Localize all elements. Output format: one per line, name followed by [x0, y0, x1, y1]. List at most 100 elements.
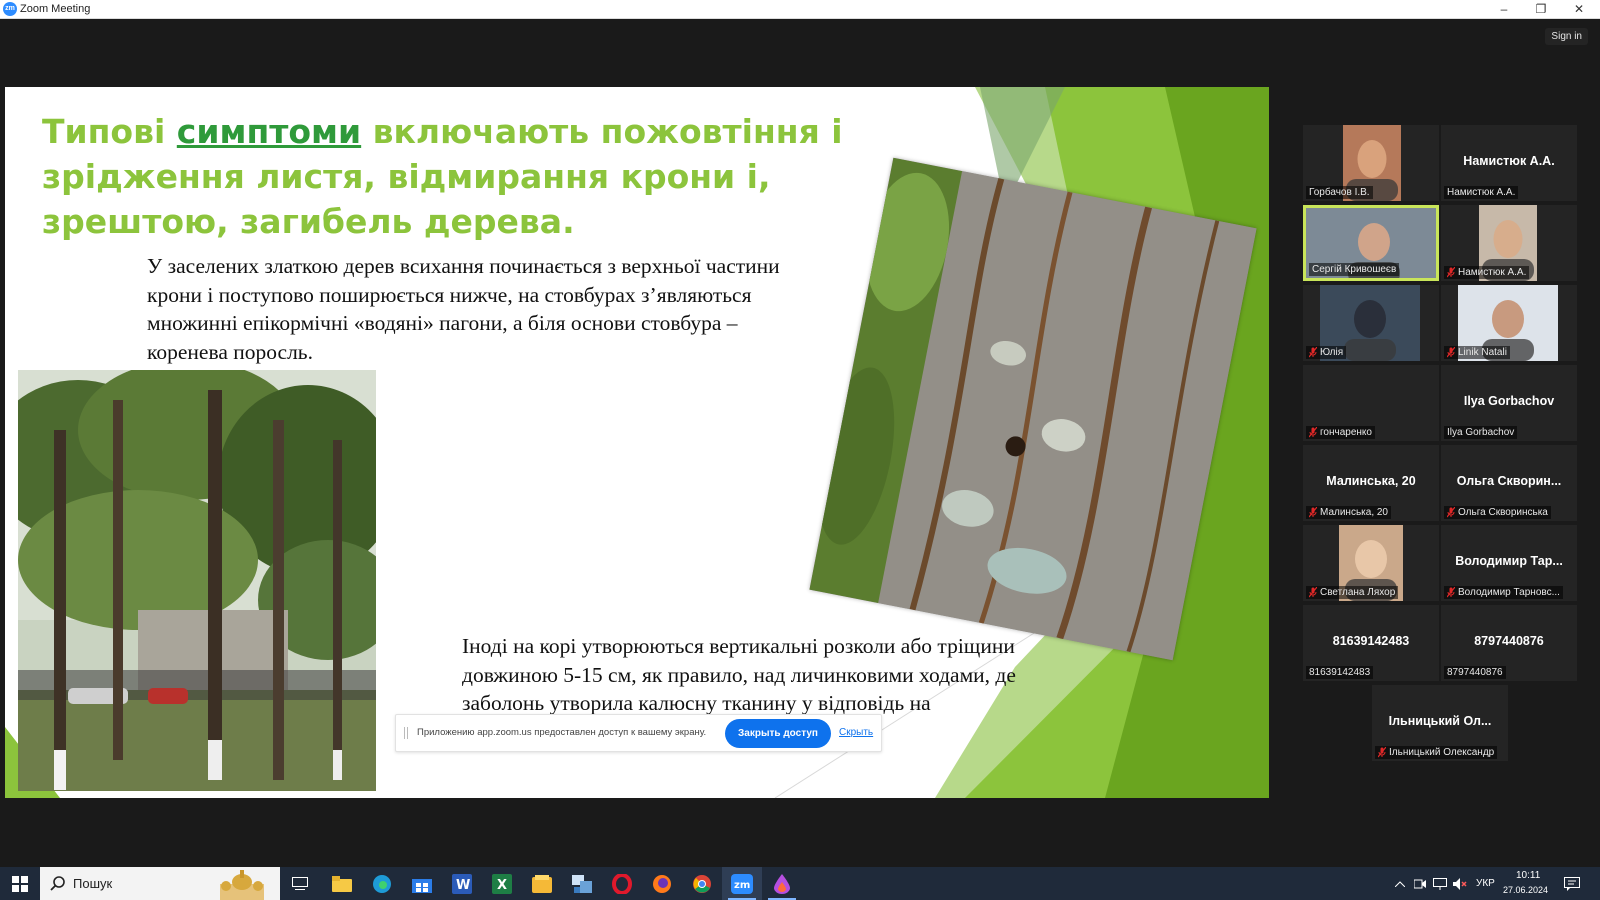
mic-muted-icon — [1309, 347, 1317, 358]
participant-name: Ільницький Олександр — [1389, 747, 1495, 758]
windows-start-icon[interactable] — [0, 867, 40, 900]
participant-name-label: Светлана Ляхор — [1306, 586, 1399, 599]
sign-in-button[interactable]: Sign in — [1545, 28, 1588, 45]
drop-app-icon[interactable] — [762, 867, 802, 900]
participant-name: Сергій Кривошеєв — [1312, 264, 1397, 275]
participant-name-label: Малинська, 20 — [1306, 506, 1391, 519]
svg-text:X: X — [497, 878, 507, 893]
participant-display-name: 8797440876 — [1474, 634, 1544, 648]
participant-name: 81639142483 — [1309, 667, 1371, 678]
meet-now-icon[interactable] — [1410, 867, 1430, 900]
participant-tile[interactable]: Ilya Gorbachov Ilya Gorbachov — [1441, 365, 1577, 441]
trees-photo — [18, 370, 376, 791]
participant-name-label: 81639142483 — [1306, 666, 1374, 679]
mic-muted-icon — [1309, 587, 1317, 598]
participant-name: Намистюк А.А. — [1447, 187, 1516, 198]
participant-tile[interactable]: 81639142483 81639142483 — [1303, 605, 1439, 681]
stop-sharing-button[interactable]: Закрыть доступ — [725, 719, 831, 748]
participant-name-label: Ільницький Олександр — [1375, 746, 1498, 759]
share-message: Приложению app.zoom.us предоставлен дост… — [417, 727, 707, 738]
participant-tile[interactable]: гончаренко — [1303, 365, 1439, 441]
slide-title-link[interactable]: симптоми — [177, 112, 361, 151]
clock-time[interactable]: 10:11 — [1516, 870, 1540, 881]
mic-muted-icon — [1378, 747, 1386, 758]
participant-display-name: Ільницький Ол... — [1388, 714, 1492, 728]
participant-name: Володимир Тарновс... — [1458, 587, 1560, 598]
participant-name: гончаренко — [1320, 427, 1372, 438]
participant-tile[interactable]: Сергій Кривошеєв — [1303, 205, 1439, 281]
store-icon[interactable] — [402, 867, 442, 900]
excel-icon[interactable]: X — [482, 867, 522, 900]
minimize-button[interactable]: – — [1486, 0, 1522, 19]
participant-display-name: Володимир Тар... — [1455, 554, 1563, 568]
participant-name: Горбачов І.В. — [1309, 187, 1370, 198]
slide-title-part: Типові — [42, 112, 177, 151]
notifications-icon[interactable] — [1557, 867, 1587, 900]
file-manager-icon[interactable] — [562, 867, 602, 900]
zoom-taskbar-icon[interactable]: zm — [722, 867, 762, 900]
word-icon[interactable]: W — [442, 867, 482, 900]
participant-tile[interactable]: 8797440876 8797440876 — [1441, 605, 1577, 681]
participant-tile[interactable]: Малинська, 20 Малинська, 20 — [1303, 445, 1439, 521]
firefox-icon[interactable] — [642, 867, 682, 900]
participant-name: Юлія — [1320, 347, 1344, 358]
participant-name-label: Ilya Gorbachov — [1444, 426, 1518, 439]
restore-button[interactable]: ❐ — [1523, 0, 1559, 19]
participant-name-label: Сергій Кривошеєв — [1309, 263, 1400, 276]
task-view-icon[interactable] — [280, 867, 320, 900]
participant-display-name: 81639142483 — [1332, 634, 1410, 648]
shared-screen-slide: Типові симптоми включають пожовтіння і з… — [5, 87, 1269, 798]
search-icon — [50, 876, 65, 891]
participant-display-name: Ольга Скворин... — [1456, 474, 1562, 488]
participant-tile[interactable]: Ільницький Ол... Ільницький Олександр — [1372, 685, 1508, 761]
participant-tile[interactable]: Юлія — [1303, 285, 1439, 361]
participant-tile[interactable]: Намистюк А.А. Намистюк А.А. — [1441, 125, 1577, 201]
windows-taskbar: Пошук W X zm УКР 10:11 27.06.2024 — [0, 867, 1600, 900]
show-hidden-icons-icon[interactable] — [1388, 867, 1412, 900]
participant-name-label: Горбачов І.В. — [1306, 186, 1373, 199]
participant-tile[interactable]: Ольга Скворин... Ольга Скворинська — [1441, 445, 1577, 521]
participant-display-name: Малинська, 20 — [1326, 474, 1416, 488]
taskbar-search-input[interactable]: Пошук — [40, 867, 280, 900]
chrome-icon[interactable] — [682, 867, 722, 900]
notes-icon[interactable] — [522, 867, 562, 900]
slide-paragraph-1: У заселених златкою дерев всихання почин… — [147, 254, 780, 364]
participant-tile[interactable]: Linik Natali — [1441, 285, 1577, 361]
participant-tile[interactable]: Намистюк А.А. — [1441, 205, 1577, 281]
church-illustration-icon — [220, 870, 264, 900]
drag-handle-icon[interactable] — [404, 727, 408, 739]
keyboard-language[interactable]: УКР — [1476, 878, 1495, 889]
search-placeholder: Пошук — [73, 876, 113, 891]
participant-display-name: Намистюк А.А. — [1463, 154, 1555, 168]
zoom-logo-icon: zm — [3, 2, 17, 16]
participant-name: Linik Natali — [1458, 347, 1507, 358]
svg-text:zm: zm — [734, 880, 750, 891]
opera-icon[interactable] — [602, 867, 642, 900]
participant-tile[interactable]: Горбачов І.В. — [1303, 125, 1439, 201]
hide-banner-link[interactable]: Скрыть — [839, 727, 873, 738]
window-title: Zoom Meeting — [20, 3, 91, 15]
participant-name-label: Намистюк А.А. — [1444, 266, 1530, 279]
participant-name-label: гончаренко — [1306, 426, 1375, 439]
participant-name-label: Linik Natali — [1444, 346, 1510, 359]
window-title-bar: zm Zoom Meeting – ❐ ✕ — [0, 0, 1600, 19]
slide-title: Типові симптоми включають пожовтіння і з… — [42, 109, 902, 244]
file-explorer-icon[interactable] — [322, 867, 362, 900]
participant-tile[interactable]: Володимир Тар... Володимир Тарновс... — [1441, 525, 1577, 601]
edge-browser-icon[interactable] — [362, 867, 402, 900]
participant-name: 8797440876 — [1447, 667, 1503, 678]
participant-display-name: Ilya Gorbachov — [1463, 394, 1555, 408]
network-icon[interactable] — [1430, 867, 1450, 900]
mic-muted-icon — [1447, 267, 1455, 278]
participant-name-label: Намистюк А.А. — [1444, 186, 1519, 199]
participant-tile[interactable]: Светлана Ляхор — [1303, 525, 1439, 601]
volume-muted-icon[interactable] — [1450, 867, 1470, 900]
screen-share-banner: Приложению app.zoom.us предоставлен дост… — [395, 714, 882, 752]
participant-name: Ольга Скворинська — [1458, 507, 1548, 518]
participant-name: Намистюк А.А. — [1458, 267, 1527, 278]
participant-name: Светлана Ляхор — [1320, 587, 1396, 598]
close-button[interactable]: ✕ — [1561, 0, 1597, 19]
mic-muted-icon — [1309, 427, 1317, 438]
mic-muted-icon — [1309, 507, 1317, 518]
clock-date[interactable]: 27.06.2024 — [1503, 885, 1548, 895]
